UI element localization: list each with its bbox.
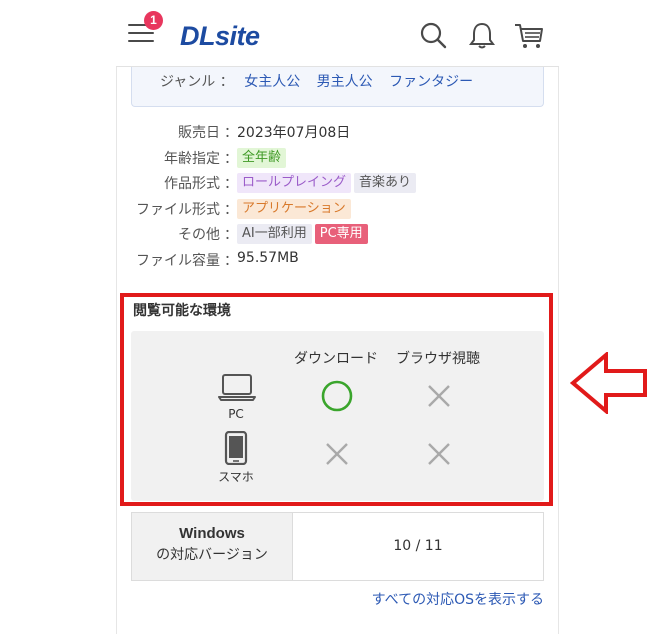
bell-icon[interactable] [467, 20, 497, 50]
colon: ： [224, 201, 238, 218]
genre-box: ジャンル ： 女主人公 男主人公 ファンタジー [131, 67, 544, 107]
release-label: 販売日 [178, 125, 220, 141]
spec-row-format: 作品形式 ： ロールプレイング 音楽あり [124, 170, 544, 196]
spec-row-size: ファイル容量 ： 95.57MB [124, 247, 544, 273]
pc-only-tag[interactable]: PC専用 [314, 224, 368, 244]
format-tags: ロールプレイング 音楽あり [237, 173, 419, 193]
file-label: ファイル形式 [136, 201, 220, 218]
os-head-caption: の対応バージョン [156, 547, 268, 563]
annotation-arrow-icon [570, 352, 647, 414]
file-tags: アプリケーション [237, 198, 354, 219]
spec-row-release: 販売日 ： 2023年07月08日 [124, 119, 544, 145]
notification-badge: 1 [144, 11, 163, 30]
genre-row: ジャンル ： 女主人公 男主人公 ファンタジー [160, 71, 479, 91]
file-tag[interactable]: アプリケーション [237, 198, 351, 219]
genre-link[interactable]: 女主人公 [244, 74, 300, 90]
other-label: その他 [178, 227, 220, 243]
genre-label: ジャンル [160, 74, 216, 90]
format-tag[interactable]: ロールプレイング [237, 173, 352, 193]
other-tags: AI一部利用 PC専用 [237, 224, 371, 244]
genre-link[interactable]: 男主人公 [317, 74, 373, 90]
colon: ： [224, 252, 238, 269]
os-table-head: Windows の対応バージョン [132, 513, 293, 580]
os-table: Windows の対応バージョン 10 / 11 [131, 512, 544, 581]
genre-colon: ： [219, 74, 234, 90]
size-value: 95.57MB [237, 249, 299, 266]
size-label: ファイル容量 [136, 252, 220, 269]
format-label: 作品形式 [164, 176, 220, 192]
spec-row-file: ファイル形式 ： アプリケーション [124, 196, 544, 222]
spec-row-other: その他 ： AI一部利用 PC専用 [124, 221, 544, 247]
age-tags: 全年齢 [237, 147, 289, 168]
colon: ： [224, 125, 238, 141]
header: 1 DLsite [116, 0, 559, 67]
colon: ： [224, 176, 238, 192]
dlsite-logo[interactable]: DLsite [180, 21, 260, 52]
search-icon[interactable] [418, 20, 448, 50]
cart-icon[interactable] [514, 20, 544, 50]
spec-row-age: 年齢指定 ： 全年齢 [124, 145, 544, 171]
other-tag[interactable]: AI一部利用 [237, 224, 312, 244]
highlight-frame [120, 293, 553, 506]
genre-link[interactable]: ファンタジー [389, 74, 473, 90]
colon: ： [224, 150, 238, 167]
show-all-os-link[interactable]: すべての対応OSを表示する [372, 589, 544, 609]
format-tag[interactable]: 音楽あり [354, 173, 417, 193]
age-label: 年齢指定 [164, 150, 220, 167]
colon: ： [224, 227, 238, 243]
age-tag[interactable]: 全年齢 [237, 147, 287, 168]
spec-table: 販売日 ： 2023年07月08日 年齢指定 ： 全年齢 作品形式 ： ロールプ… [124, 119, 544, 272]
release-value: 2023年07月08日 [237, 125, 351, 141]
os-name: Windows [179, 525, 245, 542]
os-version-value: 10 / 11 [393, 538, 443, 554]
